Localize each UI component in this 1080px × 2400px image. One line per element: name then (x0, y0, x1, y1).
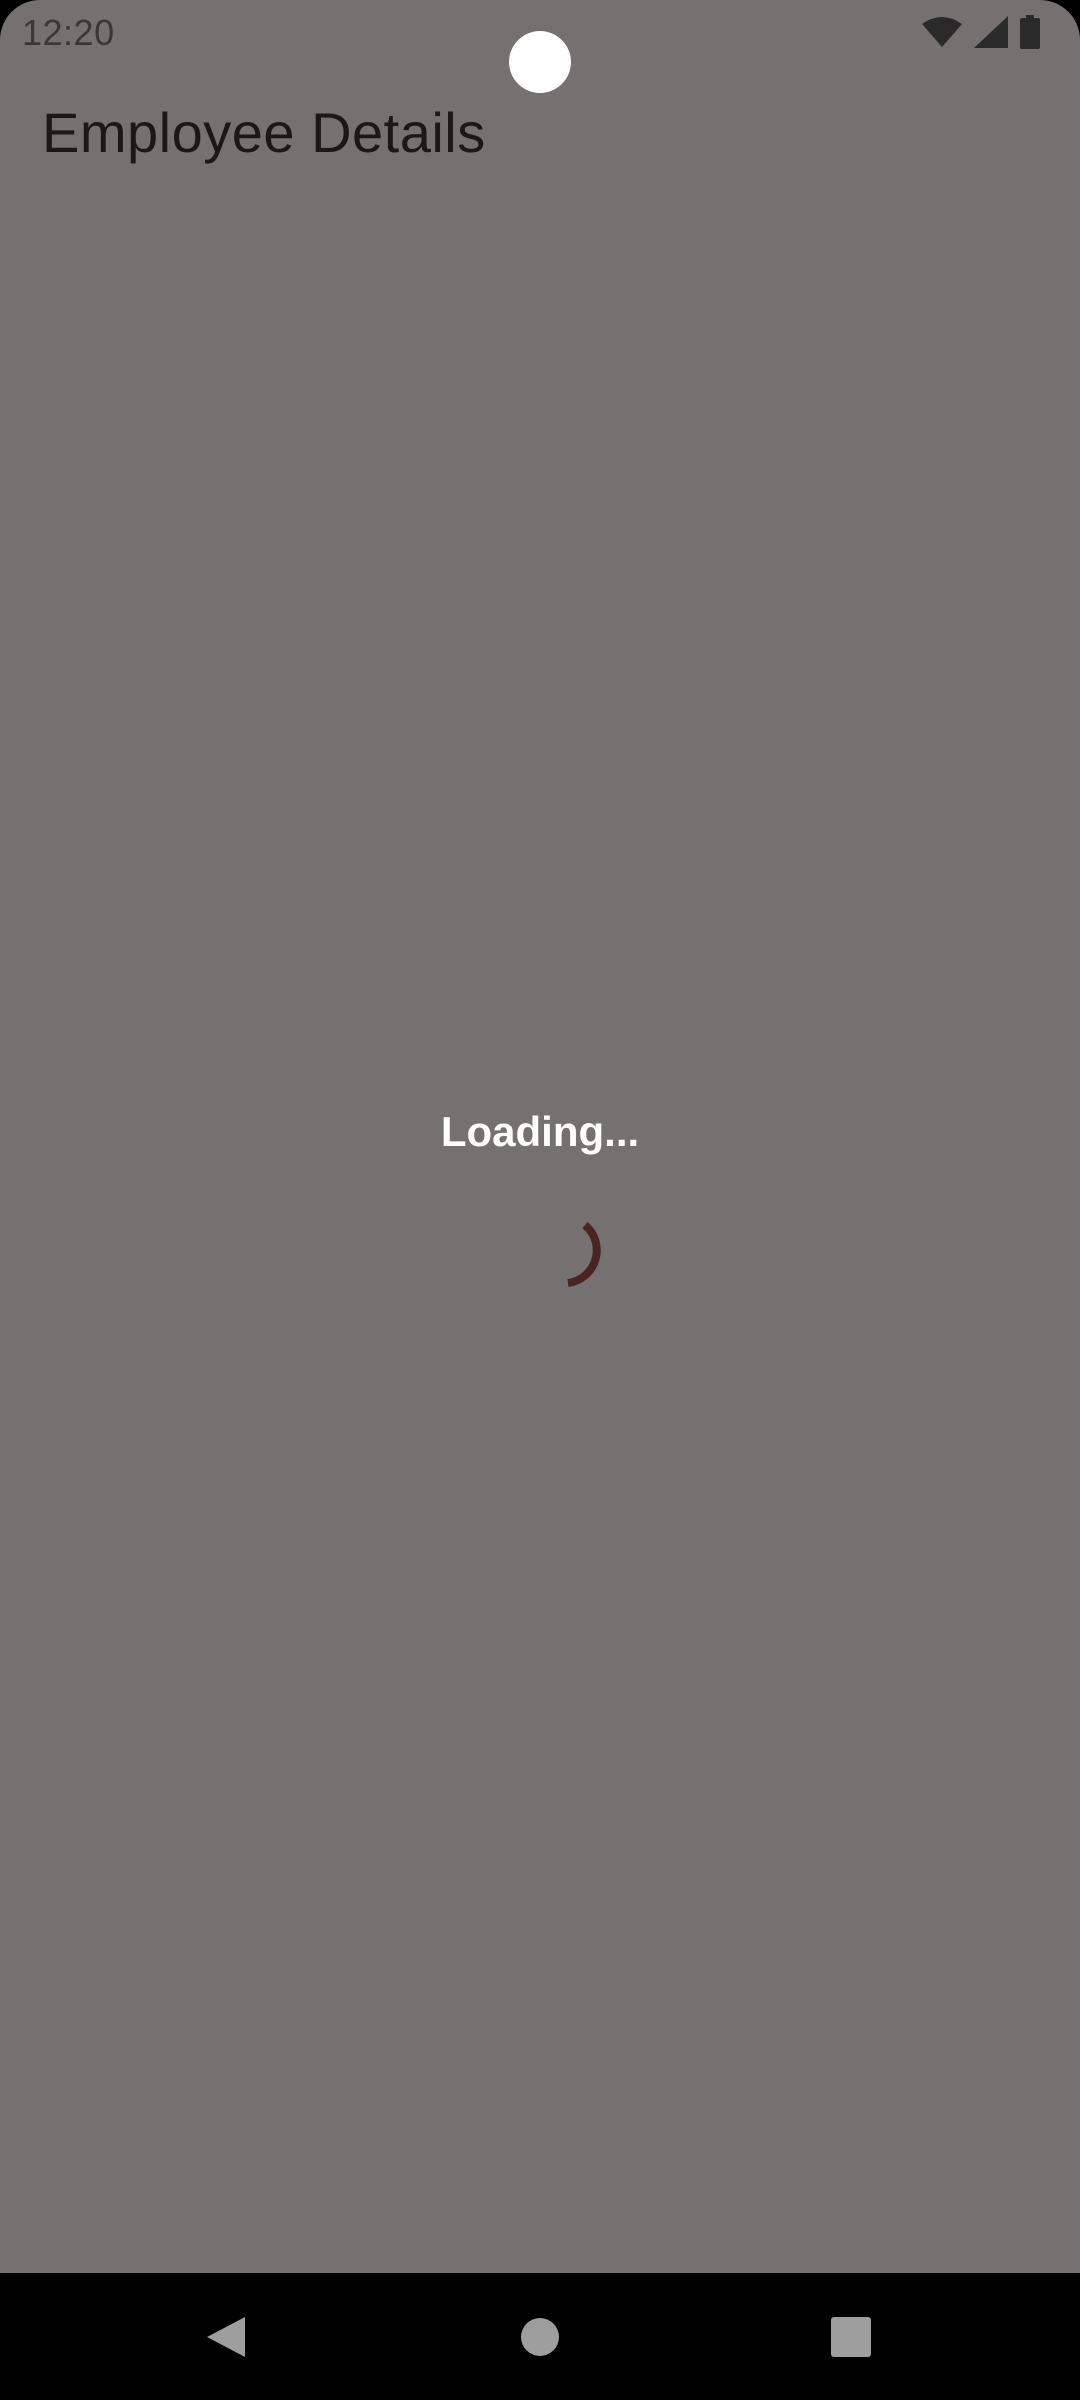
home-button[interactable] (460, 2273, 620, 2400)
status-bar: 12:20 (0, 0, 1080, 93)
loading-spinner-icon (567, 1222, 601, 1287)
wifi-icon (922, 17, 962, 47)
recents-icon (831, 2316, 871, 2357)
status-time: 12:20 (22, 12, 115, 53)
back-icon (207, 2316, 245, 2357)
navigation-bar (0, 2273, 1080, 2400)
signal-icon (974, 16, 1008, 48)
back-button[interactable] (146, 2273, 306, 2400)
page-title: Employee Details (42, 101, 486, 164)
recents-button[interactable] (771, 2273, 931, 2400)
camera-cutout (509, 31, 571, 93)
app-screen: 12:20 Employee Details Loading... (0, 0, 1080, 2273)
status-icons (922, 14, 1040, 50)
loading-text: Loading... (440, 1108, 640, 1155)
home-icon (521, 2317, 559, 2356)
battery-icon (1020, 15, 1040, 49)
